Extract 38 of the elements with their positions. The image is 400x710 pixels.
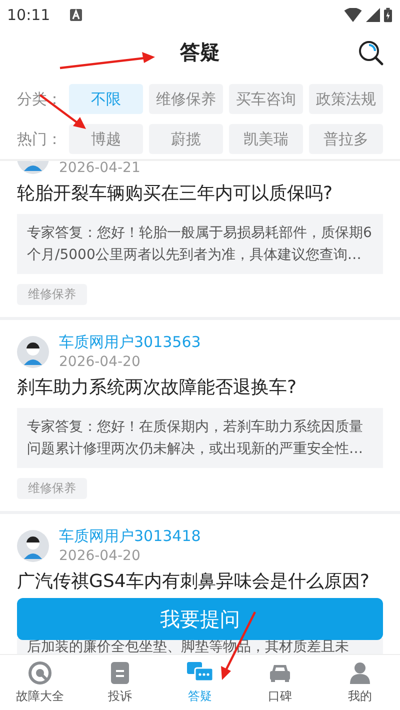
filter-chip[interactable]: 博越 bbox=[69, 124, 143, 154]
avatar-icon bbox=[17, 336, 49, 368]
ask-question-button[interactable]: 我要提问 bbox=[17, 598, 383, 640]
filter-chip[interactable]: 不限 bbox=[69, 84, 143, 114]
battery-icon bbox=[384, 7, 392, 23]
filter-chip[interactable]: 凯美瑞 bbox=[229, 124, 303, 154]
category-tag: 维修保养 bbox=[17, 284, 87, 305]
question-title[interactable]: 广汽传祺GS4车内有刺鼻异味会是什么原因? bbox=[17, 570, 370, 594]
question-title[interactable]: 轮胎开裂车辆购买在三年内可以质保吗? bbox=[17, 182, 333, 206]
filter-label: 热门： bbox=[17, 130, 63, 148]
person-icon bbox=[348, 660, 372, 684]
filter-chip[interactable]: 普拉多 bbox=[309, 124, 383, 154]
avatar-icon bbox=[17, 530, 49, 562]
user-name[interactable]: 车质网用户3013563 bbox=[59, 332, 201, 352]
question-title[interactable]: 刹车助力系统两次故障能否退换车? bbox=[17, 376, 297, 400]
signal-icon bbox=[366, 8, 380, 22]
nav-tab[interactable]: 故障大全 bbox=[0, 655, 80, 710]
page-title: 答疑 bbox=[180, 39, 220, 66]
search-icon[interactable] bbox=[358, 40, 384, 66]
wifi-icon bbox=[344, 8, 362, 22]
filter-chip[interactable]: 政策法规 bbox=[309, 84, 383, 114]
nav-tab[interactable]: 我的 bbox=[320, 655, 400, 710]
category-tag: 维修保养 bbox=[17, 478, 87, 499]
filter-chip[interactable]: 蔚揽 bbox=[149, 124, 223, 154]
nav-tab[interactable]: 投诉 bbox=[80, 655, 160, 710]
status-time: 10:11 bbox=[7, 6, 50, 24]
user-name[interactable]: 车质网用户3013418 bbox=[59, 526, 201, 546]
post-date: 2026-04-20 bbox=[59, 547, 142, 566]
post-date: 2026-04-21 bbox=[59, 161, 140, 178]
notification-icon bbox=[70, 9, 82, 21]
answer-preview: 专家答复：您好！轮胎一般属于易损易耗部件，质保期6个月/5000公里两者以先到者为准，具体建议您查询… bbox=[17, 214, 383, 274]
nav-tab[interactable]: 口碑 bbox=[240, 655, 320, 710]
answer-preview: 专家答复：您好！在质保期内，若刹车助力系统因质量问题累计修理两次仍未解决，或出现新的严重安全性… bbox=[17, 408, 383, 468]
post-date: 2026-04-20 bbox=[59, 353, 142, 372]
filter-chip[interactable]: 买车咨询 bbox=[229, 84, 303, 114]
document-icon bbox=[108, 660, 132, 684]
wrench-circle-icon bbox=[28, 660, 52, 684]
filter-chip[interactable]: 维修保养 bbox=[149, 84, 223, 114]
